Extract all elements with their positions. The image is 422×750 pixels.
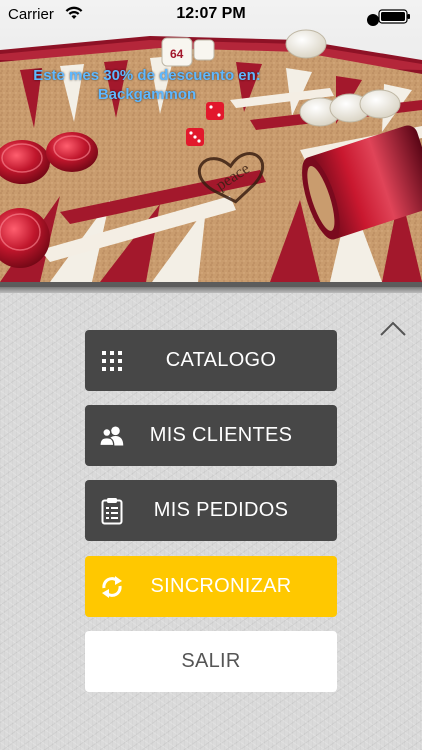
chevron-up-icon[interactable] xyxy=(377,319,409,339)
promo-banner[interactable]: peace 64 Este mes 30% de descuento en: B… xyxy=(0,0,422,287)
users-icon xyxy=(99,423,125,449)
mis-clientes-button[interactable]: MIS CLIENTES xyxy=(85,405,337,466)
promo-line-2: Backgammon xyxy=(97,86,197,103)
backgammon-board-image: peace 64 xyxy=(0,0,422,287)
catalogo-button[interactable]: CATALOGO xyxy=(85,330,337,391)
clock: 12:07 PM xyxy=(176,5,246,22)
promo-line-1: Este mes 30% de descuento en: xyxy=(33,67,261,84)
salir-label: SALIR xyxy=(181,650,241,672)
sync-icon xyxy=(99,574,125,600)
promo-text: Este mes 30% de descuento en: Backgammon xyxy=(12,66,282,104)
sincronizar-button[interactable]: SINCRONIZAR xyxy=(85,556,337,617)
grid-icon xyxy=(99,348,125,374)
panel-divider xyxy=(0,287,422,293)
salir-button[interactable]: SALIR xyxy=(85,631,337,692)
status-bar: Carrier 12:07 PM xyxy=(0,0,422,30)
battery-icon xyxy=(367,9,410,26)
svg-text:64: 64 xyxy=(170,47,184,61)
clipboard-icon xyxy=(99,497,125,524)
mis-pedidos-button[interactable]: MIS PEDIDOS xyxy=(85,480,337,541)
